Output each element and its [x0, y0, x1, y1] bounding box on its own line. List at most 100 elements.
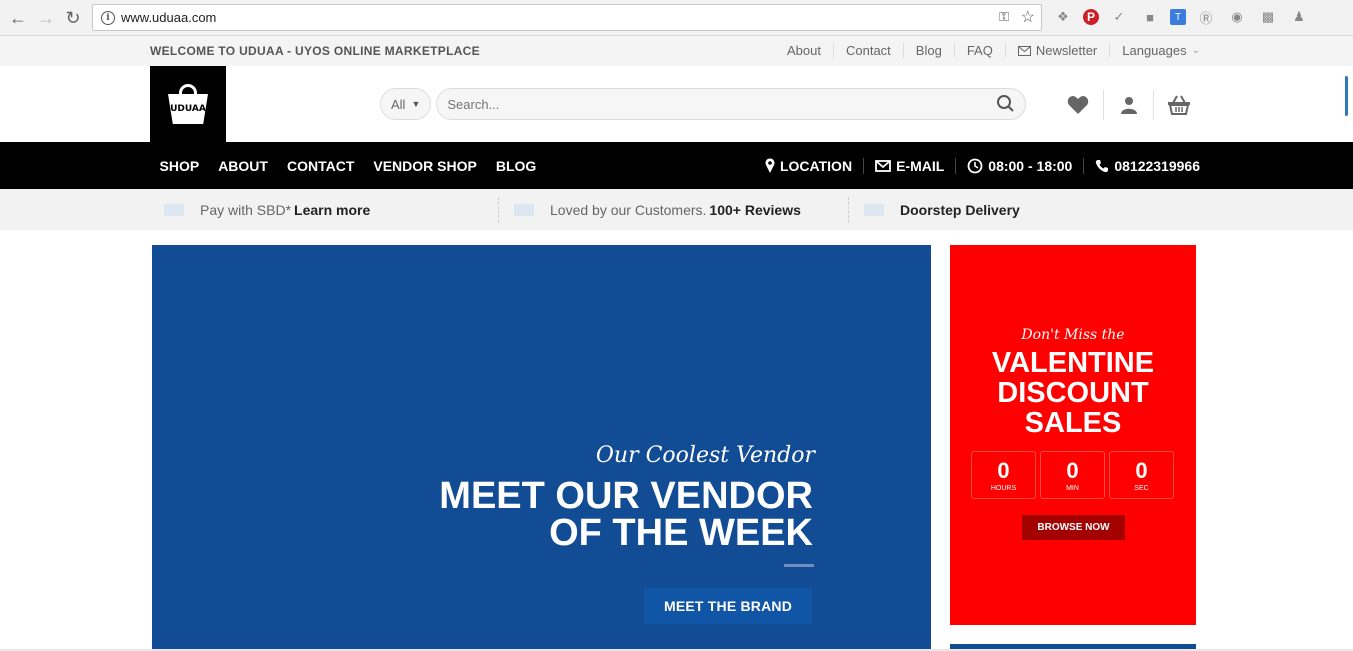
location-link[interactable]: LOCATION [754, 158, 863, 174]
nav-about[interactable]: ABOUT [209, 158, 278, 174]
promo-title-line-1: VALENTINE [991, 347, 1155, 379]
countdown-minutes: 0 MIN [1040, 451, 1105, 499]
seconds-unit: SEC [1134, 484, 1149, 492]
browser-toolbar: ← → ↻ i www.uduaa.com ⚿ ☆ ❖ P ✓ ■ T Ⓡ ◉ … [0, 0, 1353, 36]
languages-dropdown[interactable]: Languages ⌄ [1109, 43, 1200, 58]
address-bar[interactable]: i www.uduaa.com ⚿ ☆ [92, 4, 1042, 31]
feature-delivery-text: Doorstep Delivery [900, 201, 1020, 218]
search-input[interactable] [436, 88, 1027, 120]
top-bar: WELCOME TO UDUAA - UYOS ONLINE MARKETPLA… [0, 36, 1353, 66]
clock-icon [967, 158, 983, 173]
dropbox-icon[interactable]: ❖ [1052, 6, 1074, 28]
back-arrow-icon[interactable]: ← [7, 7, 29, 29]
key-icon[interactable]: ⚿ [999, 9, 1009, 25]
main-navigation: SHOP ABOUT CONTACT VENDOR SHOP BLOG LOCA… [0, 142, 1353, 189]
phone-link[interactable]: 08122319966 [1083, 157, 1200, 174]
languages-label: Languages [1122, 43, 1187, 58]
hours-value: 0 [997, 457, 1010, 483]
search-icon[interactable] [996, 94, 1016, 114]
feature-reviews-text: Loved by our Customers. [550, 201, 707, 218]
site-header: UDUAA All ▼ [0, 66, 1353, 142]
category-select[interactable]: All ▼ [380, 88, 432, 120]
reload-icon[interactable]: ↻ [62, 7, 84, 29]
pdf-icon[interactable]: ■ [1139, 6, 1161, 28]
envelope-icon [1017, 45, 1031, 56]
url-text[interactable]: www.uduaa.com [121, 10, 216, 25]
cart-basket-icon[interactable] [1153, 90, 1203, 120]
envelope-icon [875, 159, 891, 172]
site-logo[interactable]: UDUAA [150, 66, 226, 142]
feature-sbd: Pay with SBD* Learn more [164, 189, 370, 230]
meet-the-brand-button[interactable]: MEET THE BRAND [644, 588, 812, 624]
nav-blog[interactable]: BLOG [486, 158, 545, 174]
nav-shop[interactable]: SHOP [150, 158, 209, 174]
extension-puzzle-icon[interactable]: ▩ [1257, 6, 1279, 28]
nav-contact[interactable]: CONTACT [277, 158, 363, 174]
minutes-unit: MIN [1066, 484, 1079, 492]
blog-link[interactable]: Blog [902, 43, 954, 58]
person-icon[interactable]: ♟ [1288, 6, 1310, 28]
seconds-value: 0 [1135, 457, 1148, 483]
features-bar: Pay with SBD* Learn more Loved by our Cu… [0, 189, 1353, 230]
forward-arrow-icon[interactable]: → [35, 7, 57, 29]
promo-title-line-2: DISCOUNT [997, 377, 1149, 409]
faq-link[interactable]: FAQ [953, 43, 1005, 58]
search-area: All ▼ [380, 88, 1027, 120]
countdown-timer: 0 HOURS 0 MIN 0 SEC [971, 451, 1174, 499]
countdown-seconds: 0 SEC [1109, 451, 1174, 499]
wordpress-icon[interactable]: Ⓡ [1195, 6, 1217, 28]
top-links: About Contact Blog FAQ Newsletter Langua… [775, 43, 1200, 58]
email-link[interactable]: E-MAIL [863, 157, 955, 174]
feature-delivery: Doorstep Delivery [864, 189, 1020, 230]
newsletter-label: Newsletter [1035, 43, 1098, 58]
promo-title: VALENTINE DISCOUNT SALES [950, 348, 1196, 438]
wishlist-heart-icon[interactable] [1053, 90, 1103, 120]
check-icon[interactable]: ✓ [1108, 6, 1130, 28]
email-label: E-MAIL [896, 157, 945, 174]
camera-icon[interactable]: ◉ [1226, 6, 1248, 28]
hero-title: MEET OUR VENDOR OF THE WEEK [439, 475, 813, 554]
hours-label: 08:00 - 18:00 [988, 157, 1073, 174]
header-icons [1053, 90, 1203, 120]
feature-reviews: Loved by our Customers. 100+ Reviews [514, 189, 801, 230]
newsletter-link[interactable]: Newsletter [1004, 43, 1109, 58]
phone-number: 08122319966 [1114, 157, 1200, 174]
translate-icon[interactable]: T [1170, 9, 1186, 25]
logo-text: UDUAA [170, 104, 206, 114]
minutes-value: 0 [1066, 457, 1079, 483]
vendor-hero-banner[interactable]: Our Coolest Vendor MEET OUR VENDOR OF TH… [152, 245, 931, 651]
welcome-text: WELCOME TO UDUAA - UYOS ONLINE MARKETPLA… [150, 44, 480, 58]
bookmark-star-icon[interactable]: ☆ [1021, 7, 1035, 27]
info-icon[interactable]: i [101, 10, 115, 25]
extension-icons: ❖ P ✓ ■ T Ⓡ ◉ ▩ ♟ [1052, 6, 1310, 28]
about-link[interactable]: About [775, 43, 833, 58]
caret-down-icon: ▼ [411, 99, 421, 109]
nav-vendor-shop[interactable]: VENDOR SHOP [364, 158, 486, 174]
reviews-count: 100+ Reviews [709, 201, 801, 218]
promo-script-heading: Don't Miss the [1021, 327, 1125, 343]
feature-sbd-text: Pay with SBD* [200, 201, 292, 218]
phone-icon [1096, 159, 1109, 172]
map-pin-icon [765, 158, 775, 173]
hero-script-heading: Our Coolest Vendor [595, 443, 815, 468]
promo-title-line-3: SALES [1024, 407, 1122, 439]
countdown-hours: 0 HOURS [971, 451, 1036, 499]
payment-icon [164, 203, 184, 216]
opening-hours: 08:00 - 18:00 [955, 157, 1083, 174]
scrollbar-thumb[interactable] [1345, 76, 1348, 116]
contact-bar: LOCATION E-MAIL 08:00 - 18:00 0812231996… [754, 142, 1200, 189]
main-menu: SHOP ABOUT CONTACT VENDOR SHOP BLOG [150, 142, 546, 189]
browse-now-button[interactable]: BROWSE NOW [1022, 515, 1125, 540]
hero-title-line-2: OF THE WEEK [549, 512, 813, 554]
account-user-icon[interactable] [1103, 90, 1153, 120]
delivery-icon [864, 203, 884, 216]
location-label: LOCATION [779, 157, 853, 174]
hours-unit: HOURS [990, 484, 1017, 492]
reviews-icon [514, 203, 534, 216]
valentine-promo-banner[interactable]: Don't Miss the VALENTINE DISCOUNT SALES … [950, 245, 1196, 625]
pinterest-icon[interactable]: P [1083, 9, 1099, 25]
shopping-bag-logo-icon: UDUAA [168, 84, 208, 124]
learn-more-link[interactable]: Learn more [294, 202, 370, 218]
contact-link[interactable]: Contact [832, 43, 903, 58]
hero-title-line-1: MEET OUR VENDOR [439, 475, 813, 517]
